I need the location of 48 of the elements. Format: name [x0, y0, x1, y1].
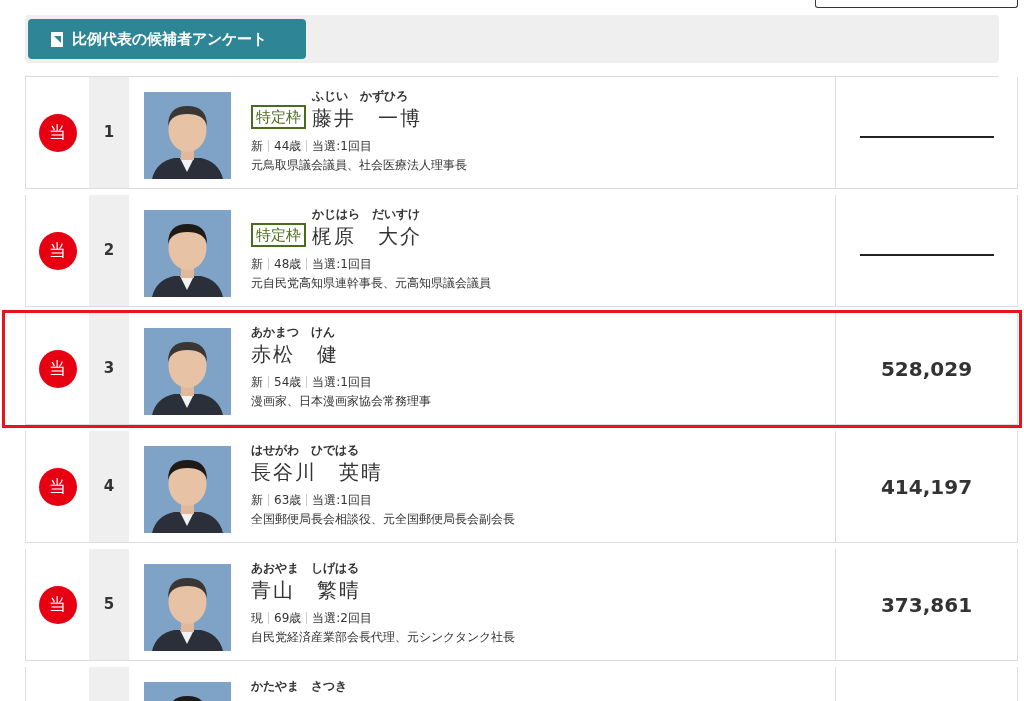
elected-badge: 当	[38, 349, 77, 388]
elected-badge: 当	[38, 231, 77, 270]
career-text: 元自民党高知県連幹事長、元高知県議会議員	[251, 275, 492, 292]
incumbency-label: 現	[251, 610, 263, 626]
candidate-name: 長谷川 英晴	[251, 459, 383, 486]
elected-badge: 当	[38, 585, 77, 624]
career-text: 漫画家、日本漫画家協会常務理事	[251, 393, 432, 410]
elected-badge: 当	[38, 467, 77, 506]
rank-cell: 2	[89, 195, 129, 306]
name-reading: かじはら だいすけ	[312, 207, 421, 222]
age-label: 48歳	[274, 256, 302, 272]
age-label: 69歳	[274, 610, 302, 626]
special-quota-tag: 特定枠	[251, 223, 306, 247]
age-label: 54歳	[274, 374, 302, 390]
vote-cell: 373,861	[835, 549, 1018, 660]
rank-cell: 5	[89, 549, 129, 660]
age-label: 63歳	[274, 492, 302, 508]
name-reading: あかまつ けん	[251, 325, 336, 340]
age-label: 44歳	[274, 138, 302, 154]
special-quota-tag: 特定枠	[251, 105, 306, 129]
rank-cell: 4	[89, 431, 129, 542]
rank-cell: 1	[89, 77, 129, 188]
name-reading: かたやま さつき	[251, 679, 347, 694]
candidate-name: 赤松 健	[251, 341, 339, 368]
elected-badge: 当	[38, 113, 77, 152]
incumbency-label: 新	[251, 138, 263, 154]
terms-label: 当選:1回目	[312, 138, 372, 154]
document-icon	[50, 30, 64, 48]
terms-label: 当選:1回目	[312, 374, 372, 390]
vote-cell: 528,029	[835, 313, 1018, 424]
candidate-name: 梶原 大介	[312, 223, 422, 250]
rank-cell: 3	[89, 313, 129, 424]
name-reading: ふじい かずひろ	[312, 89, 409, 104]
career-text: 元鳥取県議会議員、社会医療法人理事長	[251, 157, 468, 174]
incumbency-label: 新	[251, 492, 263, 508]
terms-label: 当選:1回目	[312, 256, 372, 272]
name-reading: はせがわ ひではる	[251, 443, 360, 458]
vote-cell: 414,197	[835, 431, 1018, 542]
incumbency-label: 新	[251, 374, 263, 390]
terms-label: 当選:2回目	[312, 610, 372, 626]
career-text: 全国郵便局長会相談役、元全国郵便局長会副会長	[251, 511, 516, 528]
name-reading: あおやま しげはる	[251, 561, 360, 576]
survey-button[interactable]: 比例代表の候補者アンケート	[28, 19, 306, 59]
terms-label: 当選:1回目	[312, 492, 372, 508]
incumbency-label: 新	[251, 256, 263, 272]
candidate-name: 藤井 一博	[312, 105, 422, 132]
career-text: 自民党経済産業部会長代理、元シンクタンク社長	[251, 629, 516, 646]
candidate-name: 青山 繁晴	[251, 577, 361, 604]
